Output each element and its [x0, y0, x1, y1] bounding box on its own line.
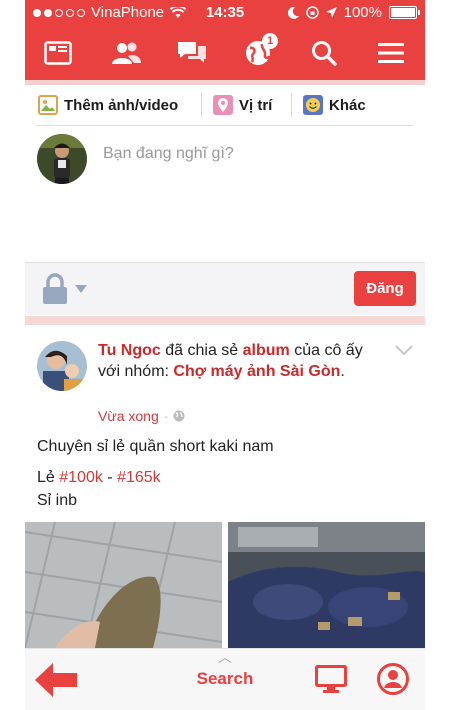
- section-gap: [25, 316, 425, 325]
- composer-footer: Đăng: [25, 262, 425, 315]
- group-link[interactable]: Chợ máy ảnh Sài Gòn: [173, 363, 340, 380]
- status-input[interactable]: Bạn đang nghĩ gì?: [103, 145, 234, 163]
- add-media-label: Thêm ảnh/video: [64, 96, 179, 114]
- post-time: Vừa xong: [98, 408, 159, 424]
- post-options-chevron-icon[interactable]: [395, 345, 413, 356]
- shared-text: đã chia sẻ: [160, 342, 243, 359]
- search-icon[interactable]: [307, 37, 341, 69]
- hashtag-100k[interactable]: #100k: [59, 469, 103, 486]
- bottom-toolbar: ︿ Search: [25, 648, 425, 710]
- rotation-lock-icon: [305, 6, 319, 19]
- friends-icon[interactable]: [109, 37, 143, 69]
- app-frame: VinaPhone 14:35 100% 1 Thêm ảnh/video Vị…: [25, 0, 425, 710]
- feed-post: Tu Ngoc đã chia sẻ album của cô ấy với n…: [25, 325, 425, 655]
- location-pin-icon: [213, 95, 233, 115]
- status-bar: VinaPhone 14:35 100%: [25, 0, 425, 26]
- post-price-line: Lẻ #100k - #165k: [37, 469, 161, 487]
- notifications-globe-icon[interactable]: 1: [241, 33, 278, 69]
- expand-caret-icon[interactable]: ︿: [25, 647, 425, 667]
- messages-icon[interactable]: [175, 37, 209, 69]
- hashtag-165k[interactable]: #165k: [117, 469, 161, 486]
- post-text-line: Chuyên sỉ lẻ quần short kaki nam: [37, 438, 274, 455]
- action-separator: [291, 93, 292, 117]
- price-prefix: Lẻ: [37, 469, 60, 486]
- moon-icon: [287, 6, 299, 19]
- meta-dot: ·: [163, 408, 169, 424]
- news-feed-icon[interactable]: [41, 37, 75, 69]
- more-button[interactable]: Khác: [303, 95, 366, 115]
- album-link[interactable]: album: [243, 342, 290, 359]
- author-name[interactable]: Tu Ngoc: [98, 342, 161, 359]
- location-arrow-icon: [325, 7, 337, 18]
- search-button[interactable]: Search: [25, 669, 425, 689]
- price-separator: -: [102, 469, 118, 486]
- post-photo-right[interactable]: [228, 522, 425, 648]
- user-avatar[interactable]: [37, 134, 87, 184]
- composer-divider: [37, 125, 413, 126]
- profile-icon[interactable]: [377, 663, 409, 695]
- smiley-icon: [303, 95, 323, 115]
- location-label: Vị trí: [239, 96, 273, 114]
- menu-icon[interactable]: [374, 37, 408, 69]
- post-button[interactable]: Đăng: [354, 271, 416, 306]
- post-meta: Vừa xong ·: [98, 408, 185, 424]
- privacy-selector[interactable]: [41, 273, 87, 305]
- globe-icon: [173, 410, 185, 422]
- post-photo-left[interactable]: [25, 522, 222, 648]
- status-right: 100%: [287, 4, 420, 21]
- battery-percent: 100%: [343, 4, 382, 21]
- photo-icon: [38, 95, 58, 115]
- battery-icon: [389, 6, 420, 19]
- desktop-icon[interactable]: [315, 665, 347, 693]
- post-header: Tu Ngoc đã chia sẻ album của cô ấy với n…: [98, 340, 388, 382]
- more-label: Khác: [329, 96, 366, 114]
- location-button[interactable]: Vị trí: [213, 95, 272, 115]
- add-media-button[interactable]: Thêm ảnh/video: [38, 95, 178, 115]
- chevron-down-icon: [75, 285, 87, 293]
- post-text-line: Sỉ inb: [37, 492, 78, 509]
- top-nav-bar: 1: [25, 26, 425, 80]
- lock-icon: [43, 273, 67, 304]
- author-avatar[interactable]: [37, 341, 87, 391]
- notification-badge: 1: [262, 33, 278, 49]
- sentence-period: .: [340, 363, 345, 380]
- action-separator: [201, 93, 202, 117]
- composer-actions: Thêm ảnh/video Vị trí Khác: [25, 85, 425, 125]
